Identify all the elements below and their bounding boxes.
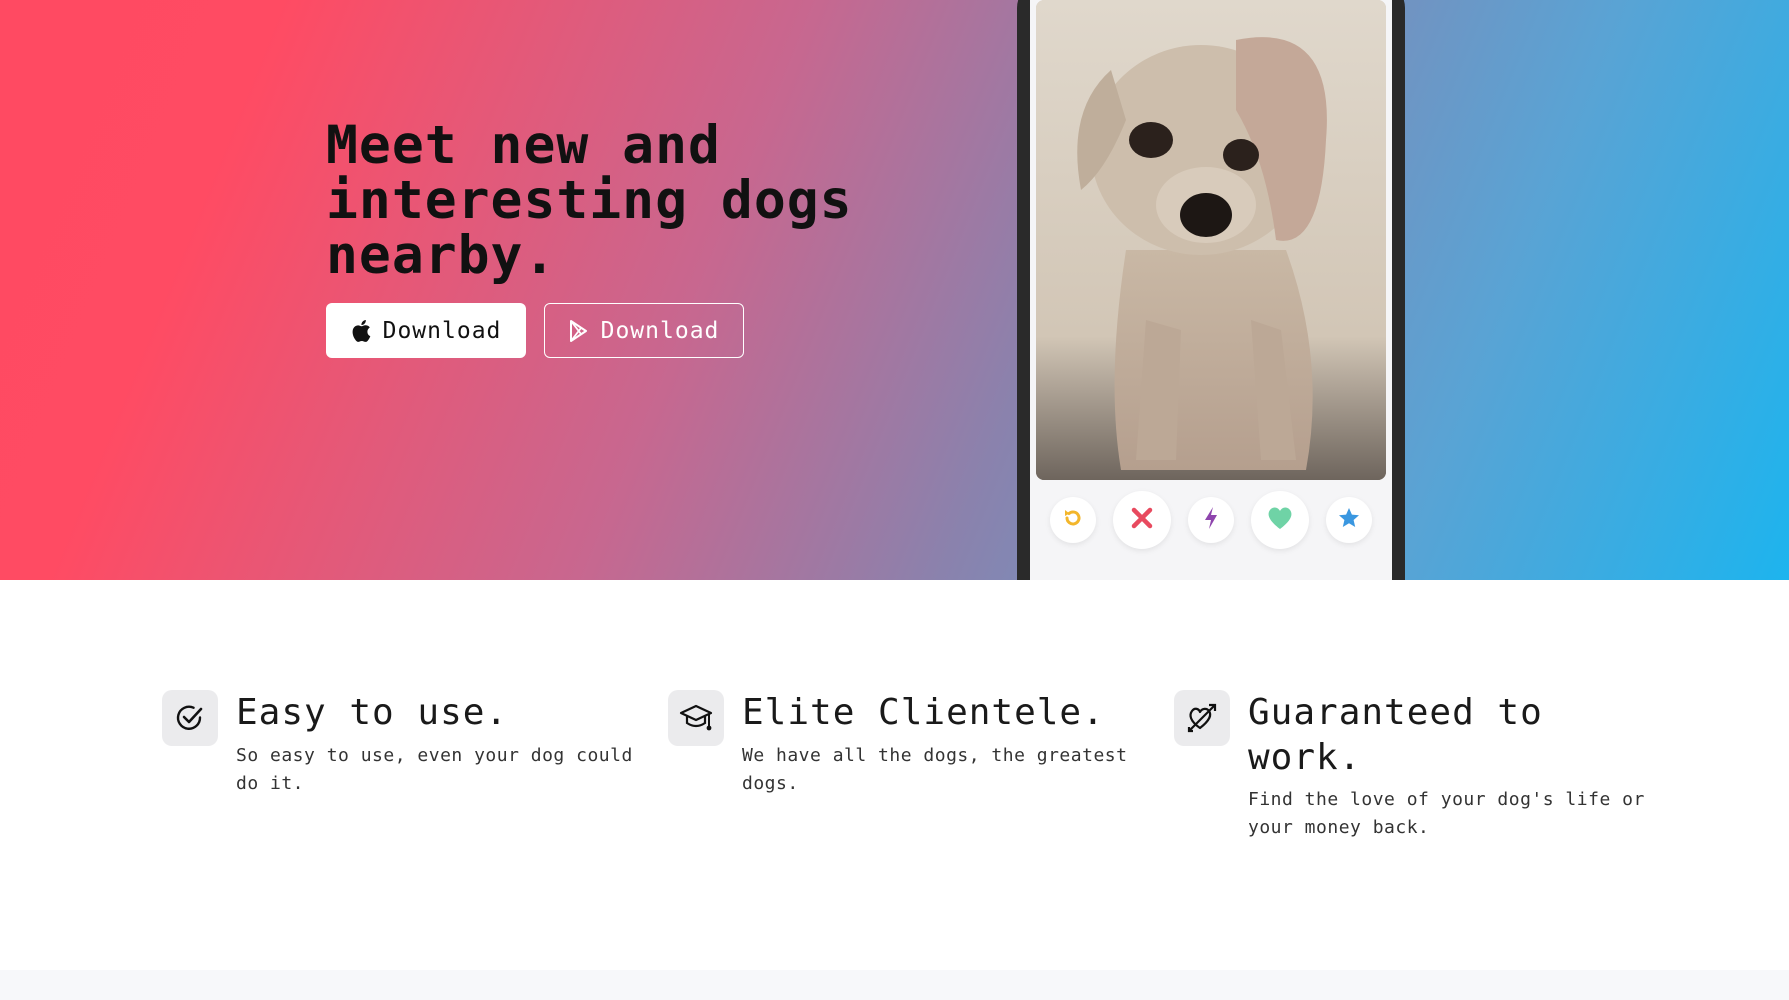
dog-photo bbox=[1036, 0, 1386, 480]
feature-text: Find the love of your dog's life or your… bbox=[1248, 789, 1645, 838]
rewind-button[interactable] bbox=[1050, 497, 1097, 543]
hero-title-line-3: nearby. bbox=[326, 225, 557, 286]
features-section: Easy to use. So easy to use, even your d… bbox=[0, 580, 1789, 970]
like-button[interactable] bbox=[1250, 491, 1309, 549]
heart-arrow-icon bbox=[1174, 690, 1230, 746]
star-icon bbox=[1337, 506, 1361, 534]
apple-icon bbox=[351, 319, 371, 342]
feature-title: Easy to use. bbox=[236, 692, 509, 733]
hero-title-line-1: Meet new and bbox=[326, 115, 721, 176]
hero-title: Meet new and interesting dogs nearby. bbox=[326, 118, 926, 283]
hero-title-line-2: interesting dogs bbox=[326, 170, 853, 231]
feature-title: Guaranteed to work. bbox=[1248, 692, 1543, 778]
play-store-download-button[interactable]: Download bbox=[544, 303, 744, 358]
swipe-actions bbox=[1030, 490, 1392, 550]
close-icon bbox=[1129, 505, 1155, 535]
feature-title: Elite Clientele. bbox=[742, 692, 1105, 733]
heart-icon bbox=[1266, 505, 1294, 535]
nope-button[interactable] bbox=[1113, 491, 1172, 549]
graduation-cap-icon bbox=[668, 690, 724, 746]
check-circle-icon bbox=[162, 690, 218, 746]
hero-section: Meet new and interesting dogs nearby. Do… bbox=[0, 0, 1789, 580]
phone-mockup bbox=[1017, 0, 1405, 580]
bolt-icon bbox=[1202, 506, 1220, 534]
feature-text: So easy to use, even your dog could do i… bbox=[236, 745, 633, 794]
rewind-icon bbox=[1061, 506, 1085, 534]
boost-button[interactable] bbox=[1187, 497, 1234, 543]
apple-download-label: Download bbox=[382, 317, 502, 344]
feature-text: We have all the dogs, the greatest dogs. bbox=[742, 745, 1128, 794]
apple-download-button[interactable]: Download bbox=[326, 303, 526, 358]
phone-screen bbox=[1030, 0, 1392, 580]
super-like-button[interactable] bbox=[1325, 497, 1372, 543]
play-store-icon bbox=[569, 319, 589, 342]
footer-strip bbox=[0, 970, 1789, 1000]
play-store-download-label: Download bbox=[600, 317, 720, 344]
